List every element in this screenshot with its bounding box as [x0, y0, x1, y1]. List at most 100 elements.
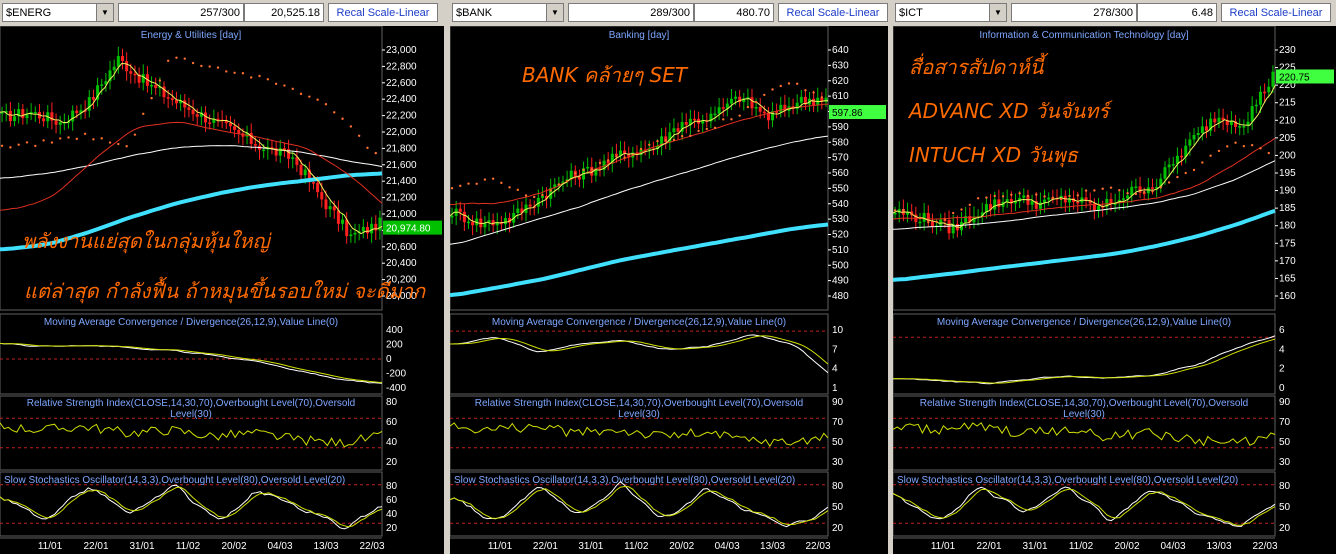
sar-dot [1159, 186, 1163, 189]
candle-body [528, 204, 532, 207]
candle-body [466, 221, 470, 224]
candle-body [174, 100, 178, 104]
sar-dot [935, 220, 938, 223]
candle-body [1188, 139, 1192, 146]
sar-dot [516, 188, 519, 192]
y-tick-label: 530 [832, 214, 849, 225]
candle-body [930, 221, 934, 227]
symbol-select[interactable]: $ENERG ▼ [2, 3, 114, 22]
candle-body [54, 120, 58, 125]
sar-dot [258, 74, 261, 78]
y-tick-label: 540 [832, 199, 849, 210]
rsi-line [893, 422, 1276, 447]
candle-body [112, 66, 116, 71]
rsi-tick-label: 70 [1279, 417, 1291, 428]
rsi-tick-label: 70 [832, 417, 844, 428]
chart-canvas[interactable]: Energy & Utilities [day] 23,000 22,800 22,6… [0, 26, 444, 554]
ma-white-line [893, 160, 1276, 230]
recal-scale-button[interactable]: Recal Scale-Linear [328, 3, 438, 22]
sar-dot [1151, 190, 1154, 193]
sar-dot [771, 88, 774, 91]
sar-dot [1084, 189, 1088, 192]
chevron-down-icon[interactable]: ▼ [546, 4, 563, 21]
sar-dot [927, 220, 930, 224]
sar-dot [467, 182, 470, 185]
sar-dot [233, 71, 236, 74]
candle-body [233, 126, 237, 130]
candle-body [1229, 121, 1233, 125]
sar-dot [1010, 193, 1013, 196]
sar-dot [117, 142, 120, 146]
candle-body [191, 109, 195, 115]
sar-dot [779, 84, 782, 88]
candle-body [374, 223, 378, 231]
candle-body [1192, 134, 1196, 140]
sar-dot [730, 118, 733, 121]
candle-body [262, 149, 266, 152]
date-label: 13/03 [1206, 541, 1231, 552]
symbol-select[interactable]: $ICT ▼ [895, 3, 1007, 22]
y-tick-label: 590 [832, 122, 849, 133]
candle-body [311, 182, 315, 184]
candle-body [195, 114, 199, 117]
candle-body [141, 74, 145, 83]
annotation-text: แต่ล่าสุด กำลังฟื้น ถ้าหมุนขึ้นรอบใหม่ จ… [24, 276, 426, 304]
candle-body [1238, 126, 1242, 128]
rsi-tick-label: 60 [386, 417, 398, 428]
macd-tick-label: -400 [386, 383, 406, 394]
date-label: 22/01 [976, 541, 1001, 552]
sar-dot [9, 146, 12, 149]
bar-count: 289/300 [568, 3, 694, 22]
date-label: 22/01 [533, 541, 558, 552]
macd-tick-label: -200 [386, 369, 406, 380]
date-label: 31/01 [578, 541, 603, 552]
candle-body [58, 122, 62, 125]
current-price-tag: 220.75 [1279, 72, 1310, 83]
sar-dot [491, 177, 495, 180]
macd-line [450, 334, 829, 374]
sar-dot [142, 112, 145, 116]
sto-k-line [893, 486, 1276, 527]
chart-canvas[interactable]: Banking [day]640630620610600590580570560… [450, 26, 888, 554]
macd-tick-label: 2 [1279, 364, 1285, 375]
chart-panel-energ: $ENERG ▼ 257/300 20,525.18 Recal Scale-L… [0, 0, 446, 554]
candle-body [672, 128, 676, 133]
symbol-value: $ENERG [6, 7, 52, 19]
candle-body [1254, 104, 1258, 107]
y-tick-label: 21,600 [386, 160, 417, 171]
sar-dot [639, 147, 643, 151]
chart-title: Banking [day] [609, 30, 670, 41]
sar-dot [598, 161, 602, 165]
sar-dot [283, 84, 286, 87]
symbol-select[interactable]: $BANK ▼ [452, 3, 564, 22]
chart-canvas[interactable]: Information & Communication Technology [… [893, 26, 1336, 554]
price-pane-border [0, 26, 383, 311]
y-tick-label: 230 [1279, 45, 1296, 56]
bar-count: 278/300 [1011, 3, 1137, 22]
candle-body [471, 221, 475, 226]
candle-body [237, 129, 241, 134]
y-tick-label: 500 [832, 260, 849, 271]
bar-count: 257/300 [118, 3, 244, 22]
sar-dot [1259, 147, 1262, 150]
sar-dot [349, 125, 353, 128]
candle-body [291, 157, 295, 159]
sar-dot [508, 186, 511, 189]
candle-body [324, 199, 328, 210]
y-tick-label: 20,400 [386, 258, 417, 269]
candle-body [1200, 126, 1204, 134]
macd-title: Moving Average Convergence / Divergence(… [937, 317, 1231, 328]
candle-body [13, 116, 17, 122]
sto-tick-label: 80 [1279, 481, 1291, 492]
sar-dot [274, 82, 278, 86]
candle-body [33, 111, 37, 114]
candle-body [762, 111, 766, 114]
sar-dot [804, 89, 807, 92]
candle-body [1134, 186, 1138, 188]
chart-panel-bank: $BANK ▼ 289/300 480.70 Recal Scale-Linea… [450, 0, 890, 554]
recal-scale-button[interactable]: Recal Scale-Linear [1221, 3, 1331, 22]
sar-dot [1167, 181, 1171, 184]
recal-scale-button[interactable]: Recal Scale-Linear [778, 3, 888, 22]
chevron-down-icon[interactable]: ▼ [989, 4, 1006, 21]
chevron-down-icon[interactable]: ▼ [96, 4, 113, 21]
